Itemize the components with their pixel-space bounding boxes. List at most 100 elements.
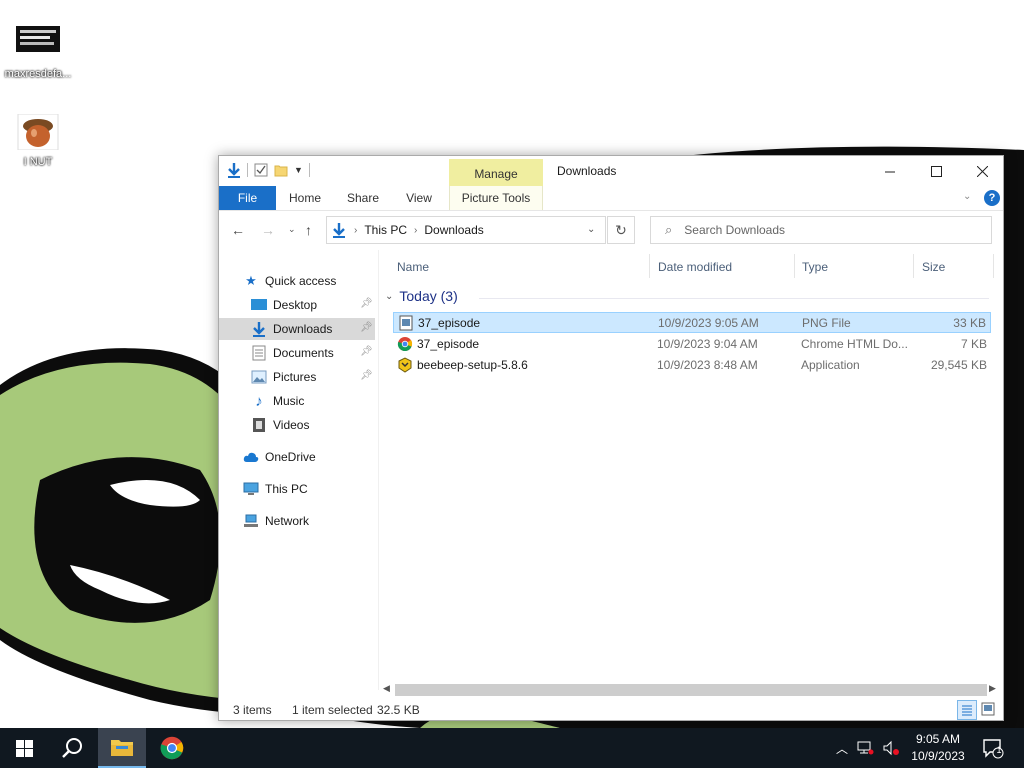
column-header-type[interactable]: Type	[802, 258, 828, 280]
file-name: 37_episode	[417, 337, 480, 351]
column-divider[interactable]	[649, 254, 650, 278]
search-icon: ⌕	[665, 222, 673, 237]
customize-toolbar-icon[interactable]: ▼	[294, 165, 303, 175]
file-row[interactable]: 37_episode 10/9/2023 9:05 AM PNG File 33…	[393, 312, 991, 333]
desktop-icon-maxresdefault[interactable]: maxresdefa...	[0, 26, 76, 80]
music-note-icon: ♪	[255, 392, 263, 410]
up-arrow-icon[interactable]: ↑	[305, 222, 312, 238]
column-divider[interactable]	[913, 254, 914, 278]
nav-downloads[interactable]: Downloads 📌︎	[219, 318, 375, 340]
png-file-icon	[398, 315, 414, 331]
nav-music[interactable]: ♪ Music	[219, 390, 375, 412]
new-folder-icon[interactable]	[274, 163, 288, 177]
pin-icon[interactable]: 📌︎	[360, 370, 373, 381]
clock-time: 9:05 AM	[915, 732, 961, 746]
address-bar[interactable]: › This PC › Downloads	[326, 216, 606, 244]
scroll-right-icon[interactable]: ▶	[989, 683, 996, 694]
back-arrow-icon[interactable]: ←	[231, 222, 245, 238]
group-header-label: Today (3)	[399, 288, 458, 304]
taskbar-file-explorer[interactable]	[98, 728, 146, 768]
pin-icon[interactable]: 📌︎	[360, 346, 373, 357]
forward-arrow-icon[interactable]: →	[261, 222, 275, 238]
column-divider[interactable]	[794, 254, 795, 278]
pin-icon[interactable]: 📌︎	[360, 322, 373, 333]
help-button[interactable]: ?	[984, 190, 1000, 206]
desktop-icon	[251, 297, 267, 313]
breadcrumb-this-pc[interactable]: This PC	[364, 223, 407, 237]
file-list: Name Date modified Type Size ⌄ Today (3)…	[381, 250, 1001, 680]
breadcrumb-downloads[interactable]: Downloads	[424, 223, 483, 237]
folder-icon	[111, 740, 133, 756]
tab-manage[interactable]: Manage	[449, 159, 543, 187]
refresh-button[interactable]: ↻	[607, 216, 635, 244]
properties-icon[interactable]	[254, 163, 268, 177]
nav-this-pc-label: This PC	[265, 482, 308, 496]
details-view-button[interactable]	[957, 700, 977, 720]
show-hidden-icons-chevron-icon[interactable]: ︿	[836, 740, 848, 757]
desktop-icon-inut[interactable]: I NUT	[0, 113, 76, 168]
title-bar[interactable]: ▼ Manage Downloads	[219, 156, 1005, 187]
action-center-button[interactable]: 1	[982, 737, 1004, 762]
volume-muted-icon[interactable]	[882, 740, 900, 756]
tab-picture-tools[interactable]: Picture Tools	[449, 186, 543, 210]
nav-documents-label: Documents	[273, 346, 334, 360]
large-icons-view-button[interactable]	[981, 702, 995, 716]
taskbar-chrome[interactable]	[148, 728, 196, 768]
nav-pictures[interactable]: Pictures 📌︎	[219, 366, 375, 388]
search-box[interactable]: ⌕	[650, 216, 992, 244]
file-row[interactable]: 37_episode 10/9/2023 9:04 AM Chrome HTML…	[393, 334, 991, 355]
nav-network[interactable]: Network	[243, 510, 379, 532]
pin-icon[interactable]: 📌︎	[360, 298, 373, 309]
installer-icon	[397, 357, 413, 373]
image-thumbnail-icon	[16, 26, 60, 52]
start-button[interactable]	[0, 728, 48, 768]
nav-downloads-label: Downloads	[273, 322, 333, 336]
maximize-icon	[930, 165, 942, 177]
nav-quick-access[interactable]: ★ Quick access	[243, 270, 379, 292]
close-button[interactable]	[959, 156, 1005, 186]
maximize-button[interactable]	[913, 156, 959, 186]
taskbar-clock[interactable]: 9:05 AM 10/9/2023	[904, 731, 972, 765]
window-title: Downloads	[557, 164, 617, 178]
address-dropdown-icon[interactable]: ⌄	[587, 224, 595, 235]
expand-ribbon-icon[interactable]: ⌄	[963, 191, 971, 202]
star-icon: ★	[245, 273, 257, 288]
nav-videos[interactable]: Videos	[219, 414, 375, 436]
column-header-name[interactable]: Name	[397, 258, 429, 280]
file-name: 37_episode	[418, 316, 481, 330]
chrome-icon	[160, 736, 184, 760]
column-header-size[interactable]: Size	[922, 258, 945, 280]
navigation-bar: ← → ⌄ ↑ › This PC › Downloads ⌄ ↻ ⌕	[219, 212, 1003, 250]
network-status-icon[interactable]	[856, 740, 874, 756]
search-icon	[62, 738, 82, 758]
column-divider[interactable]	[993, 254, 994, 278]
scrollbar-thumb[interactable]	[395, 684, 987, 696]
scroll-left-icon[interactable]: ◀	[383, 683, 390, 694]
tab-file[interactable]: File	[219, 186, 276, 210]
taskbar-search-button[interactable]	[48, 728, 96, 768]
tab-view[interactable]: View	[395, 186, 443, 210]
breadcrumb-chevron-icon: ›	[354, 224, 358, 236]
recent-locations-chevron-icon[interactable]: ⌄	[288, 224, 296, 235]
file-row[interactable]: beebeep-setup-5.8.6 10/9/2023 8:48 AM Ap…	[393, 355, 991, 376]
tab-home[interactable]: Home	[279, 186, 331, 210]
system-tray: ︿	[836, 728, 900, 768]
minimize-button[interactable]	[867, 156, 913, 186]
computer-icon	[243, 481, 259, 497]
desktop-icon-label: maxresdefa...	[4, 68, 72, 80]
nav-desktop[interactable]: Desktop 📌︎	[219, 294, 375, 316]
file-size: 7 KB	[960, 337, 987, 351]
tab-share[interactable]: Share	[335, 186, 391, 210]
group-header-today[interactable]: ⌄ Today (3)	[385, 288, 458, 304]
nav-documents[interactable]: Documents 📌︎	[219, 342, 375, 364]
search-input[interactable]	[684, 223, 945, 237]
group-divider	[479, 298, 989, 299]
windows-logo-icon	[15, 739, 33, 757]
pictures-icon	[251, 369, 267, 385]
nav-onedrive[interactable]: OneDrive	[243, 446, 379, 468]
column-header-date-modified[interactable]: Date modified	[658, 258, 732, 280]
file-type: Chrome HTML Do...	[801, 337, 908, 351]
nav-this-pc[interactable]: This PC	[243, 478, 379, 500]
status-selected-count: 1 item selected	[292, 703, 373, 717]
horizontal-scrollbar[interactable]: ◀ ▶	[381, 682, 1001, 696]
